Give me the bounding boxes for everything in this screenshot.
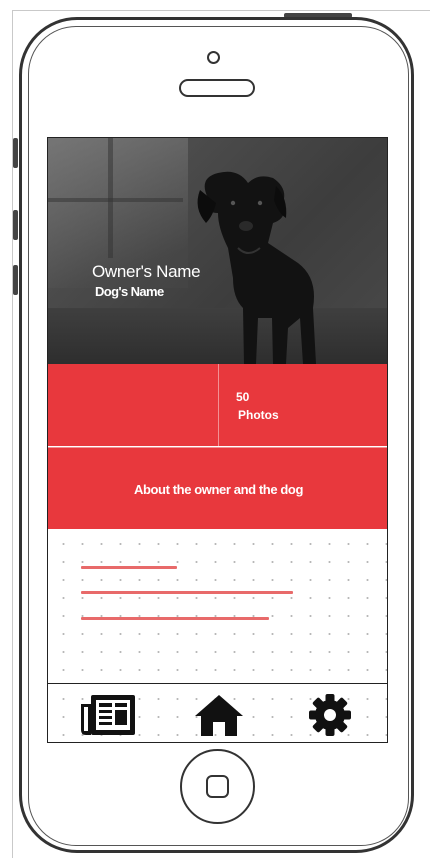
about-section[interactable]: About the owner and the dog xyxy=(48,447,387,529)
profile-hero: Owner's Name Dog's Name xyxy=(48,138,387,364)
photos-label[interactable]: Photos xyxy=(238,408,279,422)
volume-down-button xyxy=(13,265,18,295)
placeholder-text-line xyxy=(81,591,293,594)
home-button-square xyxy=(206,775,229,798)
stats-divider xyxy=(218,364,219,446)
volume-up-button xyxy=(13,210,18,240)
app-screen: Owner's Name Dog's Name 50 Photos About … xyxy=(47,137,388,743)
about-title: About the owner and the dog xyxy=(133,482,304,497)
placeholder-text-line xyxy=(81,617,269,620)
hero-window-frame xyxy=(48,198,183,202)
dog-photo xyxy=(197,171,316,364)
tab-bar xyxy=(48,683,387,742)
owner-name: Owner's Name xyxy=(92,262,201,281)
tab-settings[interactable] xyxy=(300,690,360,740)
dog-name: Dog's Name xyxy=(95,284,164,299)
newspaper-icon xyxy=(81,695,135,735)
about-content xyxy=(48,529,387,684)
photos-count[interactable]: 50 xyxy=(236,390,249,404)
gear-icon xyxy=(309,694,351,736)
mute-switch xyxy=(13,138,18,168)
stats-row: 50 Photos xyxy=(48,364,387,446)
earpiece-speaker xyxy=(179,79,255,97)
tab-news[interactable] xyxy=(78,690,138,740)
placeholder-text-line xyxy=(81,566,177,569)
front-camera xyxy=(207,51,220,64)
device-home-button[interactable] xyxy=(180,749,255,824)
home-icon xyxy=(195,695,243,736)
tab-home[interactable] xyxy=(189,690,249,740)
